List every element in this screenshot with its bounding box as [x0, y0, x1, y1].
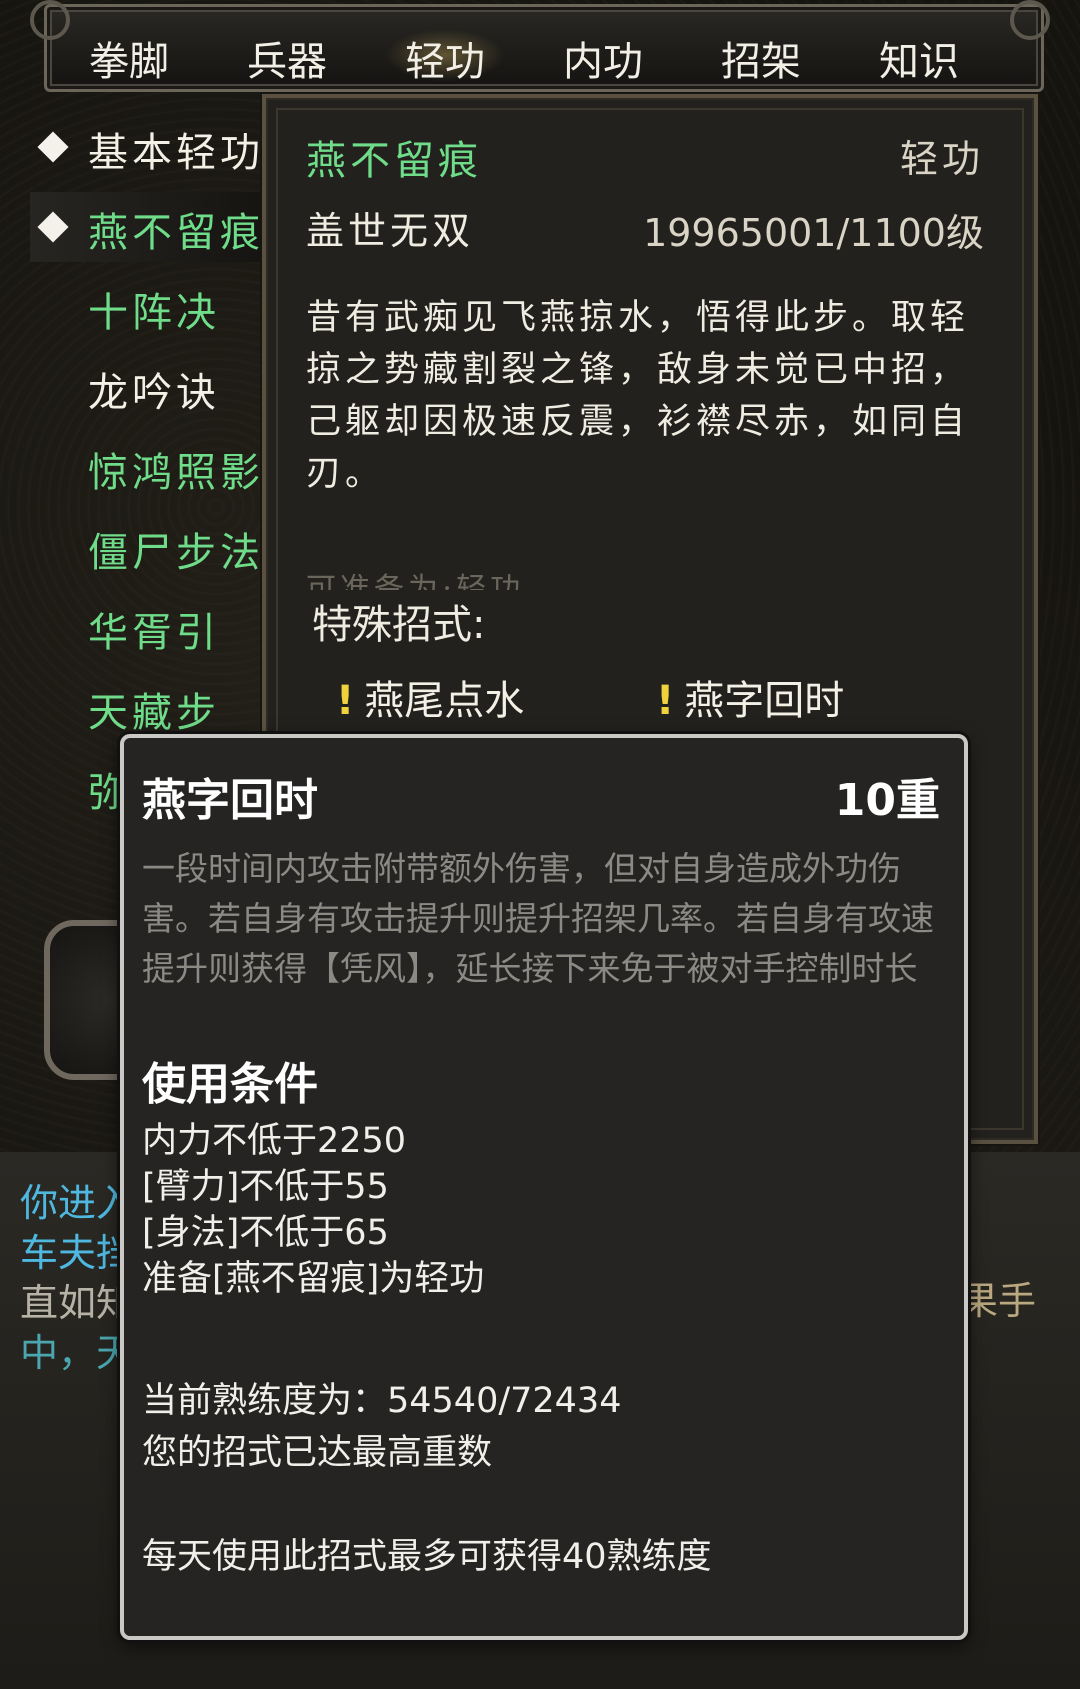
move-level: 10重 [834, 775, 940, 826]
skill-rank: 盖世无双 [306, 209, 475, 253]
tab-fist[interactable]: 拳脚 [69, 29, 189, 85]
exclamation-icon: ! [656, 678, 675, 724]
log-line: 中，天 [20, 1331, 135, 1375]
special-move-2[interactable]: ! 燕字回时 [656, 668, 844, 726]
daily-limit-note: 每天使用此招式最多可获得40熟练度 [142, 1537, 712, 1577]
conditions-title: 使用条件 [142, 1059, 318, 1110]
tab-parry[interactable]: 招架 [701, 29, 821, 85]
skill-item[interactable]: 僵尸步法 [30, 512, 270, 582]
tab-inner[interactable]: 内功 [543, 29, 663, 85]
skill-item[interactable]: 天藏步 [30, 672, 270, 742]
log-line: 直如知 [20, 1281, 135, 1325]
proficiency-text: 当前熟练度为：54540/72434 [142, 1381, 622, 1421]
skill-item-selected[interactable]: 燕不留痕 [30, 192, 270, 262]
skill-description: 昔有武痴见飞燕掠水，悟得此步。取轻掠之势藏割裂之锋，敌身未觉已中招，己躯却因极速… [306, 298, 970, 494]
diamond-icon [37, 131, 69, 163]
skill-item[interactable]: 华胥引 [30, 592, 270, 662]
condition-item: 内力不低于2250 [142, 1121, 407, 1161]
ornament-icon [30, 0, 70, 40]
max-level-note: 您的招式已达最高重数 [142, 1433, 493, 1473]
prepare-note: 可准备为:轻功 [306, 572, 525, 590]
move-title: 燕字回时 [142, 775, 318, 826]
skill-item[interactable]: 龙吟诀 [30, 352, 270, 422]
tab-knowledge[interactable]: 知识 [859, 29, 979, 85]
ornament-icon [1010, 0, 1050, 40]
special-moves-title: 特殊招式: [312, 602, 486, 648]
skill-type: 轻功 [899, 137, 984, 181]
move-tooltip: 燕字回时 10重 一段时间内攻击附带额外伤害，但对自身造成外功伤害。若自身有攻击… [120, 734, 968, 1640]
special-move-1[interactable]: ! 燕尾点水 [336, 668, 524, 726]
skill-level: 19965001/1100级 [643, 211, 984, 255]
log-fragment: 果手 [960, 1279, 1037, 1323]
tab-bar: 拳脚 兵器 轻功 内功 招架 知识 [44, 4, 1044, 92]
log-line: 车夫挡 [20, 1231, 135, 1275]
log-line: 你进入 [20, 1181, 135, 1225]
diamond-icon [37, 211, 69, 243]
skill-item[interactable]: 十阵决 [30, 272, 270, 342]
condition-item: 准备[燕不留痕]为轻功 [142, 1259, 485, 1299]
condition-item: [臂力]不低于55 [142, 1167, 389, 1207]
skill-item[interactable]: 惊鸿照影 [30, 432, 270, 502]
skill-item-basic[interactable]: 基本轻功 [30, 112, 270, 182]
exclamation-icon: ! [336, 678, 355, 724]
skill-name: 燕不留痕 [306, 138, 482, 184]
move-description: 一段时间内攻击附带额外伤害，但对自身造成外功伤害。若自身有攻击提升则提升招架几率… [142, 849, 934, 988]
tab-weapon[interactable]: 兵器 [227, 29, 347, 85]
condition-item: [身法]不低于65 [142, 1213, 389, 1253]
tab-lightness[interactable]: 轻功 [385, 29, 505, 85]
